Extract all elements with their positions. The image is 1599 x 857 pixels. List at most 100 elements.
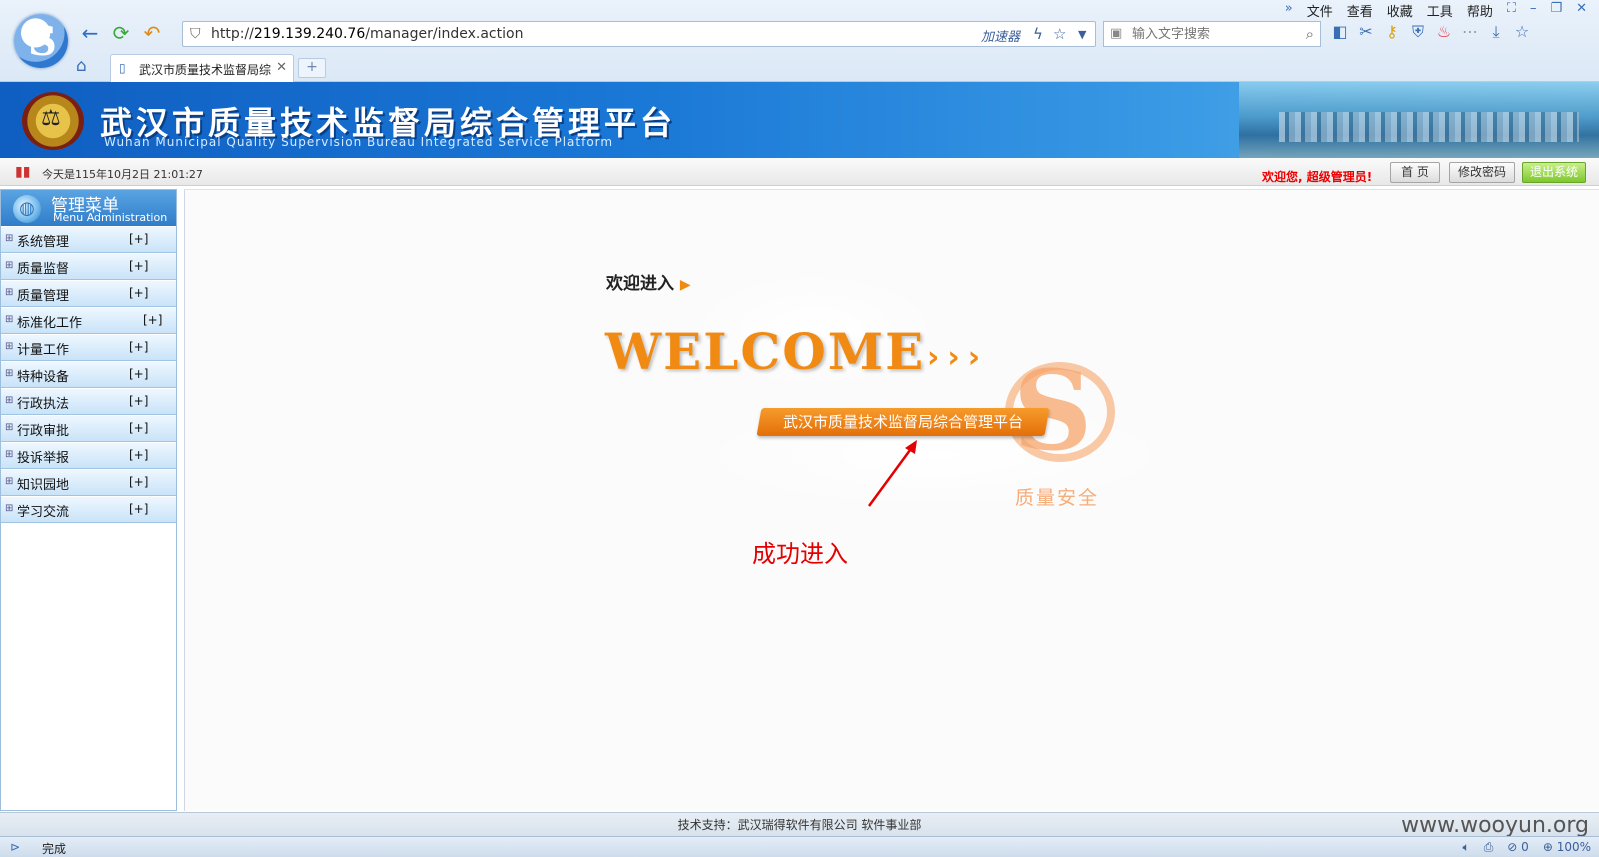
print-icon[interactable]: ⎙ bbox=[1484, 840, 1494, 855]
close-tab-icon[interactable]: ✕ bbox=[276, 60, 287, 75]
sidebar-item-toggle[interactable]: [+] bbox=[143, 313, 162, 327]
sidebar-toggle-icon[interactable]: ⊳ bbox=[10, 840, 20, 854]
sidebar-item-toggle[interactable]: [+] bbox=[129, 340, 148, 354]
menu-expand-icon[interactable]: » bbox=[1285, 1, 1293, 20]
menu-view[interactable]: 查看 bbox=[1347, 1, 1373, 20]
refresh-icon[interactable]: ⟳ bbox=[110, 22, 132, 44]
sidebar-menu: ⊞ 系统管理 [+] ⊞ 质量监督 [+] ⊞ 质量管理 [+] ⊞ 标准化工作 [+] ⊞ 计量… bbox=[1, 227, 176, 524]
new-tab-button[interactable]: + bbox=[298, 58, 326, 78]
menu-help[interactable]: 帮助 bbox=[1467, 1, 1493, 20]
bar-chart-icon: ▮▮ bbox=[15, 164, 31, 180]
browser-chrome: S ← ⟳ ↶ ⛉ http://219.139.240.76/manager/… bbox=[0, 0, 1599, 82]
banner-subtitle: Wuhan Municipal Quality Supervision Bure… bbox=[104, 135, 614, 149]
tab-active[interactable]: ▯ 武汉市质量技术监督局综 ✕ bbox=[110, 54, 294, 82]
sidebar-item-label: 知识园地 bbox=[17, 478, 70, 493]
sidebar-item-toggle[interactable]: [+] bbox=[129, 475, 148, 489]
minimize-icon[interactable]: – bbox=[1530, 1, 1537, 20]
document-icon: ▯ bbox=[119, 61, 126, 75]
status-icons: 🔈︎ ⎙ ⊘ 0 ⊕ 100% bbox=[1462, 840, 1591, 855]
sidebar-item-toggle[interactable]: [+] bbox=[129, 259, 148, 273]
city-skyline-image bbox=[1239, 82, 1599, 158]
lightning-icon[interactable]: ϟ bbox=[1033, 25, 1043, 43]
search-icon[interactable]: ⌕ bbox=[1306, 25, 1314, 43]
sidebar-item-toggle[interactable]: [+] bbox=[129, 367, 148, 381]
sidebar-item-quality-management[interactable]: ⊞ 质量管理 [+] bbox=[1, 281, 176, 307]
sidebar-item-toggle[interactable]: [+] bbox=[129, 286, 148, 300]
sidebar-item-approval[interactable]: ⊞ 行政审批 [+] bbox=[1, 416, 176, 442]
sidebar-item-label: 系统管理 bbox=[17, 235, 70, 250]
browser-logo-icon: S bbox=[14, 14, 68, 68]
expand-dot-icon: ⊞ bbox=[5, 260, 14, 271]
search-input[interactable] bbox=[1132, 25, 1292, 43]
favorite-icon[interactable]: ☆ bbox=[1512, 22, 1532, 46]
sidebar-item-complaints[interactable]: ⊞ 投诉举报 [+] bbox=[1, 443, 176, 469]
current-date: 今天是115年10月2日 21:01:27 bbox=[42, 168, 203, 181]
sidebar-item-law-enforcement[interactable]: ⊞ 行政执法 [+] bbox=[1, 389, 176, 415]
sidebar-item-special-equipment[interactable]: ⊞ 特种设备 [+] bbox=[1, 362, 176, 388]
ribbon-text: 武汉市质量技术监督局综合管理平台 bbox=[782, 413, 1023, 431]
sidebar-item-toggle[interactable]: [+] bbox=[129, 394, 148, 408]
expand-dot-icon: ⊞ bbox=[5, 341, 14, 352]
accelerator-label[interactable]: 加速器 bbox=[981, 26, 1020, 45]
shield-icon: ⛉ bbox=[190, 26, 201, 42]
sidebar: ◍ 管理菜单 Menu Administration ⊞ 系统管理 [+] ⊞ 质量监… bbox=[0, 189, 177, 811]
browser-menubar: » 文件 查看 收藏 工具 帮助 ⛶ – ❐ ✕ bbox=[1285, 1, 1587, 20]
speaker-icon[interactable]: 🔈︎ bbox=[1462, 840, 1469, 855]
star-icon[interactable]: ☆ bbox=[1053, 25, 1066, 43]
logout-button[interactable]: 退出系统 bbox=[1522, 162, 1586, 183]
sidebar-item-label: 特种设备 bbox=[17, 370, 70, 385]
page-footer: 技术支持：武汉瑞得软件有限公司 软件事业部 bbox=[0, 812, 1599, 836]
sidebar-item-label: 质量管理 bbox=[17, 289, 70, 304]
back-icon[interactable]: ← bbox=[79, 22, 101, 44]
expand-dot-icon: ⊞ bbox=[5, 233, 14, 244]
main-content: 欢迎进入 ▶ WELCOME ››› S 武汉市质量技术监督局综合管理平台 质量… bbox=[184, 189, 1599, 811]
key-icon[interactable]: ⚷ bbox=[1382, 22, 1402, 46]
sidebar-item-toggle[interactable]: [+] bbox=[129, 421, 148, 435]
site-banner: ⚖ 武汉市质量技术监督局综合管理平台 Wuhan Municipal Quali… bbox=[0, 82, 1599, 158]
sidebar-header: ◍ 管理菜单 Menu Administration bbox=[1, 190, 176, 226]
expand-dot-icon: ⊞ bbox=[5, 314, 14, 325]
sidebar-item-toggle[interactable]: [+] bbox=[129, 232, 148, 246]
sidebar-item-metrology[interactable]: ⊞ 计量工作 [+] bbox=[1, 335, 176, 361]
menu-favorites[interactable]: 收藏 bbox=[1387, 1, 1413, 20]
zoom-control[interactable]: ⊕ 100% bbox=[1543, 840, 1591, 855]
sidebar-item-standardization[interactable]: ⊞ 标准化工作 [+] bbox=[1, 308, 176, 334]
scissors-icon[interactable]: ✂ bbox=[1356, 22, 1376, 46]
menu-tools[interactable]: 工具 bbox=[1427, 1, 1453, 20]
status-text: 完成 bbox=[42, 842, 67, 856]
extension-icon[interactable]: ◧ bbox=[1330, 22, 1350, 46]
change-password-button[interactable]: 修改密码 bbox=[1449, 162, 1515, 183]
restore-icon[interactable]: ❐ bbox=[1550, 1, 1562, 20]
sidebar-item-toggle[interactable]: [+] bbox=[129, 502, 148, 516]
sidebar-item-quality-supervision[interactable]: ⊞ 质量监督 [+] bbox=[1, 254, 176, 280]
flame-icon[interactable]: ♨ bbox=[1434, 22, 1454, 46]
search-box[interactable]: ▣ ⌕ bbox=[1103, 21, 1321, 47]
success-annotation: 成功进入 bbox=[752, 540, 848, 568]
sidebar-item-knowledge[interactable]: ⊞ 知识园地 [+] bbox=[1, 470, 176, 496]
camera-icon: ▣ bbox=[1110, 26, 1123, 41]
skin-icon[interactable]: ⛶ bbox=[1507, 1, 1516, 20]
close-window-icon[interactable]: ✕ bbox=[1576, 1, 1587, 20]
ad-block-counter[interactable]: ⊘ 0 bbox=[1507, 840, 1529, 855]
sidebar-item-toggle[interactable]: [+] bbox=[129, 448, 148, 462]
sidebar-item-label: 投诉举报 bbox=[17, 451, 70, 466]
sidebar-subtitle: Menu Administration bbox=[53, 211, 168, 224]
home-button[interactable]: 首 页 bbox=[1390, 162, 1440, 183]
menu-file[interactable]: 文件 bbox=[1307, 1, 1333, 20]
address-bar[interactable]: ⛉ http://219.139.240.76/manager/index.ac… bbox=[182, 21, 1096, 47]
info-bar: ▮▮ 今天是115年10月2日 21:01:27 欢迎您, 超级管理员! 首 页… bbox=[0, 158, 1599, 186]
expand-dot-icon: ⊞ bbox=[5, 368, 14, 379]
platform-ribbon: 武汉市质量技术监督局综合管理平台 bbox=[756, 408, 1050, 436]
sidebar-item-label: 行政执法 bbox=[17, 397, 70, 412]
more-icon[interactable]: ⋯ bbox=[1460, 22, 1480, 46]
chevron-down-icon[interactable]: ▼ bbox=[1078, 28, 1086, 41]
undo-icon[interactable]: ↶ bbox=[141, 22, 163, 44]
shield-check-icon[interactable]: ⛨ bbox=[1408, 22, 1428, 46]
toolbar-icons: ◧ ✂ ⚷ ⛨ ♨ ⋯ ⤓ ☆ bbox=[1330, 22, 1532, 46]
sidebar-item-label: 行政审批 bbox=[17, 424, 70, 439]
sidebar-item-learning[interactable]: ⊞ 学习交流 [+] bbox=[1, 497, 176, 523]
chevrons-decoration: ››› bbox=[927, 340, 989, 375]
browser-status-bar: ⊳ 完成 🔈︎ ⎙ ⊘ 0 ⊕ 100% bbox=[0, 836, 1599, 857]
download-icon[interactable]: ⤓ bbox=[1486, 22, 1506, 46]
sidebar-item-system[interactable]: ⊞ 系统管理 [+] bbox=[1, 227, 176, 253]
